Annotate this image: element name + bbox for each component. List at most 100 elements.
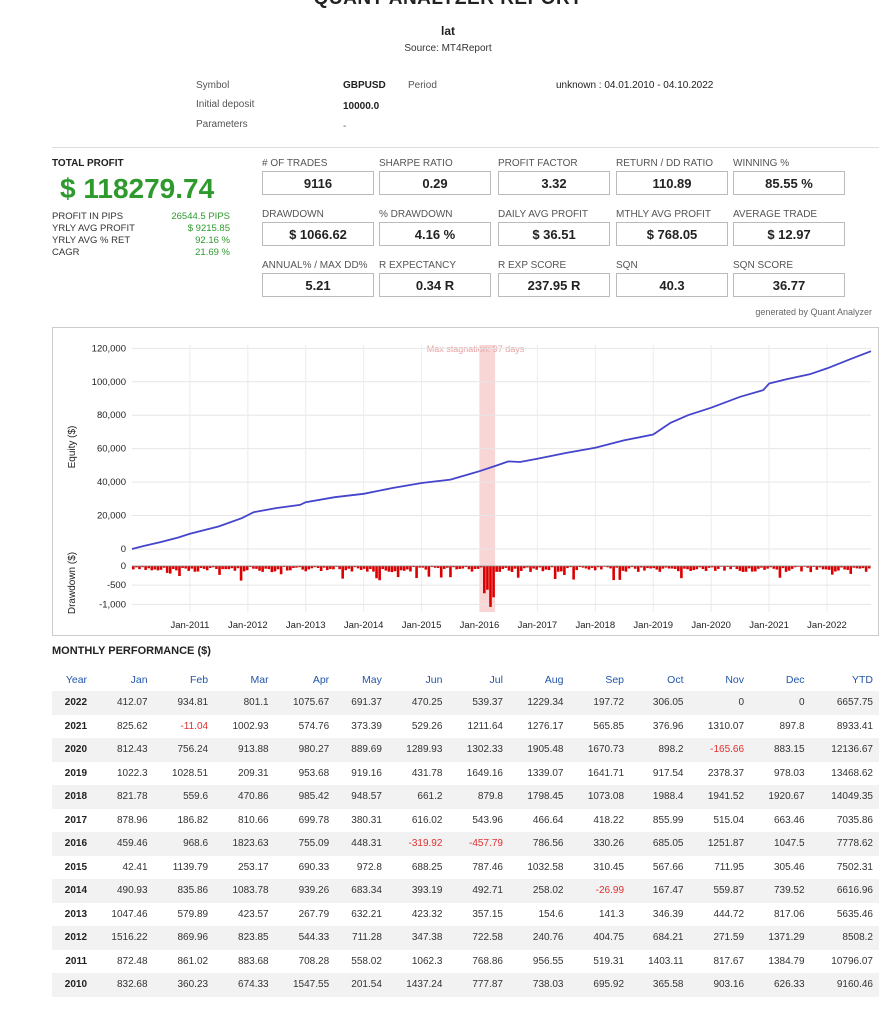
- value-cell: 1276.17: [527, 720, 564, 732]
- drawdown-bar: [809, 566, 813, 573]
- value-cell: 1032.58: [527, 861, 564, 873]
- drawdown-bar: [621, 566, 625, 571]
- year-cell: 2017: [64, 814, 88, 826]
- drawdown-bar: [717, 566, 720, 569]
- value-cell: 7035.86: [836, 814, 873, 826]
- x-tick-label: Jan-2019: [633, 620, 673, 631]
- drawdown-bar: [723, 566, 726, 571]
- stat-label: ANNUAL% / MAX DD%: [262, 260, 368, 271]
- stat-value: 0.34 R: [379, 273, 491, 297]
- drawdown-bar: [741, 566, 745, 572]
- value-cell: 956.55: [532, 955, 564, 967]
- value-cell: 934.81: [153, 691, 215, 715]
- drawdown-bar: [686, 566, 689, 570]
- table-row: 2019 1022.3 1028.51 209.31 953.68 919.16 431.7…: [52, 762, 879, 786]
- drawdown-bar: [270, 566, 274, 573]
- equity-drawdown-chart: Max stagnation: 97 days 0 20,000 40,000 60,0…: [67, 343, 872, 631]
- drawdown-bar: [636, 566, 640, 572]
- value-cell: 1022.3: [116, 767, 148, 779]
- value-cell: 1920.67: [750, 785, 811, 809]
- value-cell: 919.16: [351, 767, 382, 779]
- value-cell: 559.87: [689, 879, 751, 903]
- drawdown-bar: [495, 566, 498, 572]
- value-cell: 14049.35: [810, 785, 879, 809]
- equity-chart-frame: Max stagnation: 97 days 0 20,000 40,000 60,0…: [52, 327, 879, 636]
- value-cell: 663.46: [773, 814, 805, 826]
- value-cell: 7778.62: [810, 832, 879, 856]
- value-cell: 917.54: [652, 767, 684, 779]
- column-header: Apr: [312, 673, 330, 686]
- stat-label: # OF TRADES: [262, 158, 328, 169]
- drawdown-bar: [279, 566, 283, 575]
- value-cell: -26.99: [569, 879, 631, 903]
- drawdown-bar: [784, 566, 788, 572]
- value-cell: 787.46: [472, 861, 503, 873]
- value-cell: 883.15: [750, 738, 811, 762]
- drawdown-bar: [498, 566, 502, 572]
- drawdown-bar: [276, 566, 280, 570]
- drawdown-bar: [319, 566, 323, 572]
- symbol-value: GBPUSD: [343, 80, 386, 91]
- value-cell: 0: [750, 691, 811, 715]
- value-cell: 197.72: [569, 691, 631, 715]
- drawdown-bar: [516, 566, 520, 578]
- drawdown-bar: [187, 566, 191, 571]
- value-cell: 258.02: [508, 879, 570, 903]
- value-cell: 0: [689, 691, 751, 715]
- drawdown-bar: [399, 566, 403, 571]
- value-cell: 739.52: [750, 879, 811, 903]
- table-row: 2016 459.46 968.6 1823.63 755.09 448.31 -319.9…: [52, 832, 879, 856]
- equity-tick-label: 100,000: [92, 377, 126, 388]
- equity-tick-label: 60,000: [97, 444, 126, 455]
- equity-tick-label: 80,000: [97, 410, 126, 421]
- stagnation-annotation: Max stagnation: 97 days: [427, 344, 525, 354]
- drawdown-bar: [381, 566, 385, 569]
- value-cell: 768.86: [472, 955, 503, 967]
- value-cell: -165.66: [689, 738, 751, 762]
- drawdown-tick-label: 0: [121, 561, 126, 572]
- drawdown-bar: [332, 566, 335, 570]
- value-cell: 13468.62: [831, 767, 873, 779]
- drawdown-bar: [843, 566, 846, 570]
- drawdown-bar: [304, 566, 308, 572]
- drawdown-bar: [593, 566, 597, 571]
- column-header: Nov: [725, 673, 745, 686]
- drawdown-bar: [486, 566, 489, 590]
- drawdown-bar: [325, 566, 329, 571]
- drawdown-bar: [193, 566, 197, 572]
- drawdown-bar: [633, 566, 637, 569]
- stat-value: 36.77: [733, 273, 845, 297]
- value-cell: 459.46: [93, 832, 154, 856]
- table-row: 2018 821.78 559.6 470.86 985.42 948.57 661.2 87…: [52, 785, 879, 809]
- profit-detail-value: 26544.5 PIPS: [171, 211, 230, 222]
- value-cell: 2378.37: [707, 767, 745, 779]
- x-tick-label: Jan-2012: [228, 620, 268, 631]
- value-cell: 470.86: [214, 785, 275, 809]
- column-header: Feb: [190, 673, 209, 686]
- stat-value: $ 12.97: [733, 222, 845, 246]
- value-cell: 1139.79: [172, 861, 209, 873]
- drawdown-bar: [384, 566, 388, 571]
- stat-value: 5.21: [262, 273, 374, 297]
- drawdown-bar: [778, 566, 782, 578]
- table-row: 2015 42.41 1139.79 253.17 690.33 972.8 688.25 7…: [52, 856, 879, 880]
- drawdown-bar: [359, 566, 363, 570]
- value-cell: 755.09: [274, 832, 336, 856]
- equity-tick-label: 40,000: [97, 477, 126, 488]
- value-cell: 903.16: [689, 973, 751, 997]
- value-cell: 812.43: [93, 738, 154, 762]
- value-cell: 347.38: [387, 926, 449, 950]
- drawdown-bar: [396, 566, 400, 578]
- value-cell: 567.66: [652, 861, 684, 873]
- value-cell: 271.59: [689, 926, 751, 950]
- stat-label: SQN: [616, 260, 638, 271]
- drawdown-bar: [618, 566, 622, 580]
- drawdown-bar: [821, 566, 825, 570]
- drawdown-bar: [750, 566, 754, 572]
- x-tick-label: Jan-2013: [286, 620, 326, 631]
- stat-value: $ 1066.62: [262, 222, 374, 246]
- value-cell: 539.37: [448, 691, 509, 715]
- x-tick-label: Jan-2017: [518, 620, 558, 631]
- value-cell: 9160.46: [810, 973, 879, 997]
- value-cell: 738.03: [508, 973, 570, 997]
